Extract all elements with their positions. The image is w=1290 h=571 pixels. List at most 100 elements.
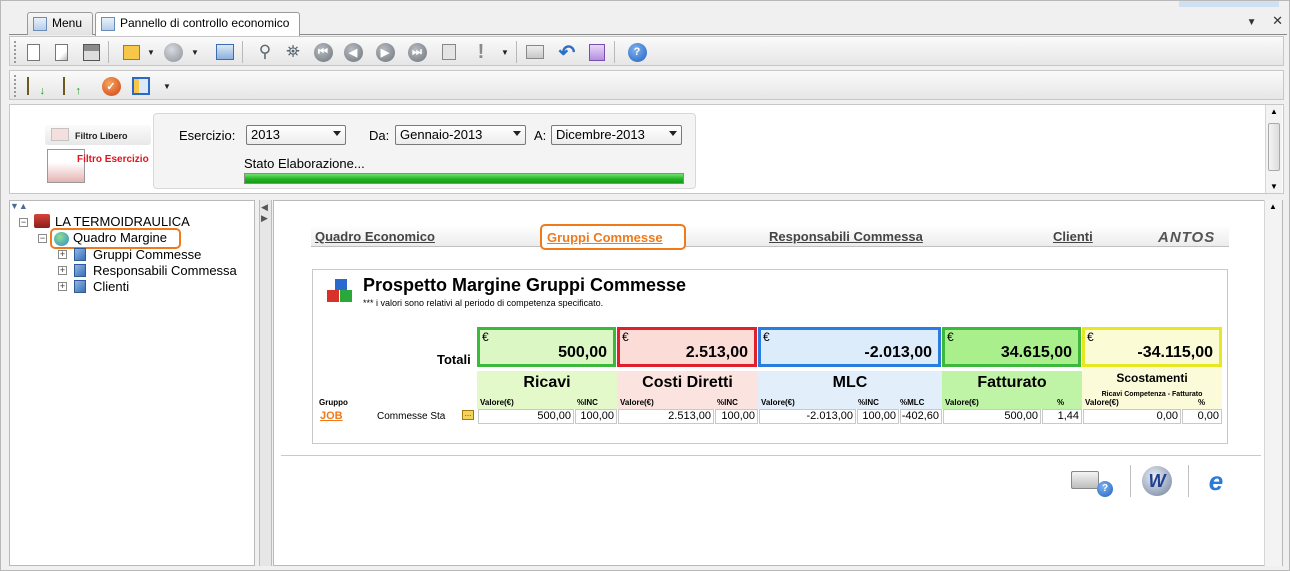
tree-collapse-root-icon[interactable]: −: [19, 218, 28, 227]
globe-dropdown-icon[interactable]: ▼: [184, 41, 206, 63]
chevron-down-icon: [513, 131, 521, 136]
close-tab-icon[interactable]: ✕: [1272, 13, 1283, 28]
tree-responsabili[interactable]: Responsabili Commessa: [93, 263, 237, 278]
filtro-libero-icon: [51, 128, 69, 141]
mlc-inc-label: %INC: [858, 398, 879, 407]
tree-collapse-icon[interactable]: ▼▲: [10, 201, 28, 211]
next-record-icon[interactable]: ▶: [374, 41, 396, 63]
company-icon: [34, 214, 50, 228]
margin-globe-icon: [54, 232, 69, 246]
new-document-icon[interactable]: [22, 41, 44, 63]
scost-pct-label: %: [1198, 398, 1206, 407]
report-title: Prospetto Margine Gruppi Commesse: [363, 275, 687, 295]
scroll-up-icon[interactable]: ▲: [1269, 202, 1277, 211]
globe-icon[interactable]: [162, 41, 184, 63]
browser-export-icon[interactable]: e: [1201, 466, 1231, 496]
top-decoration: [1179, 1, 1279, 7]
icon-separator: [1130, 465, 1131, 497]
tab-pannello[interactable]: Pannello di controllo economico: [95, 12, 300, 36]
help-icon[interactable]: ?: [626, 41, 648, 63]
a-select[interactable]: Dicembre-2013: [551, 125, 682, 145]
scostamenti-title: Scostamenti: [1116, 371, 1188, 385]
row-costi: 2.513,00: [618, 409, 714, 424]
da-select[interactable]: Gennaio-2013: [395, 125, 526, 145]
undo-icon[interactable]: ↶: [556, 41, 578, 64]
tab-quadro-economico[interactable]: Quadro Economico: [315, 229, 435, 244]
tree-expand-icon[interactable]: +: [58, 250, 67, 259]
edit-document-icon[interactable]: [50, 41, 72, 63]
first-record-icon[interactable]: ⏮: [312, 41, 334, 63]
tree-gruppi-commesse[interactable]: Gruppi Commesse: [93, 247, 201, 262]
insert-dropdown-icon[interactable]: ▼: [140, 41, 162, 63]
ricavi-inc-label: %INC: [577, 398, 598, 407]
secondary-toolbar: ↓ ↑ ✓ ▼: [9, 70, 1284, 100]
confirm-icon[interactable]: ✓: [100, 75, 122, 97]
panel-splitter[interactable]: ◀ ▶: [259, 200, 272, 566]
cube-icon: [74, 248, 86, 261]
esercizio-select[interactable]: 2013: [246, 125, 346, 145]
row-fatturato-pct: 1,44: [1042, 409, 1082, 424]
filter-scroll-thumb[interactable]: [1268, 123, 1280, 171]
row-details-icon[interactable]: …: [462, 410, 474, 420]
filter-scrollbar[interactable]: ▲ ▼: [1265, 105, 1282, 193]
row-ricavi-inc: 100,00: [575, 409, 617, 424]
tab-responsabili-commessa[interactable]: Responsabili Commessa: [769, 229, 923, 244]
layout-icon[interactable]: [130, 75, 152, 97]
binoculars-icon[interactable]: ⛯: [282, 41, 304, 63]
scroll-up-icon[interactable]: ▲: [1270, 107, 1278, 116]
total-ricavi: €500,00: [477, 327, 616, 367]
tools-icon[interactable]: [586, 41, 608, 63]
tree-expand-up-icon[interactable]: ↑: [60, 75, 82, 97]
save-icon[interactable]: [80, 41, 102, 63]
currency-symbol: €: [947, 330, 954, 344]
tab-list-dropdown-icon[interactable]: ▼: [1247, 17, 1257, 28]
scroll-down-icon[interactable]: ▼: [1270, 182, 1278, 191]
search-icon[interactable]: ⚲: [254, 41, 276, 63]
alert-icon[interactable]: !: [470, 41, 492, 63]
icon-separator: [1188, 465, 1189, 497]
brand-logo: ANTOS: [1158, 229, 1216, 246]
layout-dropdown-icon[interactable]: ▼: [156, 75, 178, 97]
cube-icon: [74, 264, 86, 277]
da-label: Da:: [369, 128, 390, 143]
currency-symbol: €: [622, 330, 629, 344]
last-record-icon[interactable]: ⏭: [406, 41, 428, 63]
esercizio-label: Esercizio:: [179, 128, 236, 143]
tree-expand-down-icon[interactable]: ↓: [24, 75, 46, 97]
total-mlc-value: -2.013,00: [864, 344, 932, 361]
tree-clienti[interactable]: Clienti: [93, 279, 129, 294]
esercizio-value: 2013: [251, 127, 280, 142]
previous-record-icon[interactable]: ◀: [342, 41, 364, 63]
tree-root[interactable]: LA TERMOIDRAULICA: [55, 214, 190, 229]
alert-dropdown-icon[interactable]: ▼: [494, 41, 516, 63]
filtro-libero-button[interactable]: Filtro Libero: [45, 125, 151, 145]
splitter-arrows-icon[interactable]: ◀ ▶: [261, 202, 268, 224]
tree-expand-icon[interactable]: +: [58, 282, 67, 291]
tree-quadro-margine[interactable]: Quadro Margine: [73, 230, 167, 245]
tab-gruppi-commesse[interactable]: Gruppi Commesse: [547, 230, 663, 245]
insert-icon[interactable]: [120, 41, 142, 63]
row-scost-pct: 0,00: [1182, 409, 1222, 424]
print-help-icon[interactable]: ?: [1069, 465, 1115, 499]
tree-collapse-quadro-icon[interactable]: −: [38, 234, 47, 243]
row-code-link[interactable]: JOB: [320, 410, 343, 422]
mail-icon[interactable]: [524, 41, 546, 63]
fatturato-valore-label: Valore(€): [945, 398, 979, 407]
costi-inc-label: %INC: [717, 398, 738, 407]
tree-expand-icon[interactable]: +: [58, 266, 67, 275]
row-mlc: -2.013,00: [759, 409, 856, 424]
tab-clienti[interactable]: Clienti: [1053, 229, 1093, 244]
word-export-icon[interactable]: W: [1142, 466, 1172, 496]
tab-menu[interactable]: Menu: [27, 12, 93, 35]
report-scrollbar[interactable]: ▲: [1264, 200, 1282, 566]
total-fatturato-value: 34.615,00: [1000, 344, 1072, 361]
filtro-esercizio-button[interactable]: Filtro Esercizio: [45, 146, 165, 186]
scostamenti-subtitle: Ricavi Competenza - Fatturato: [1101, 391, 1203, 398]
ricavi-valore-label: Valore(€): [480, 398, 514, 407]
tab-controls: ▼ ✕: [1247, 13, 1283, 29]
toolbar-grip-2[interactable]: [14, 75, 18, 97]
settings-window-icon[interactable]: [214, 41, 236, 63]
toolbar-grip[interactable]: [14, 41, 18, 63]
chevron-down-icon: [669, 131, 677, 136]
copy-icon[interactable]: [438, 41, 460, 63]
